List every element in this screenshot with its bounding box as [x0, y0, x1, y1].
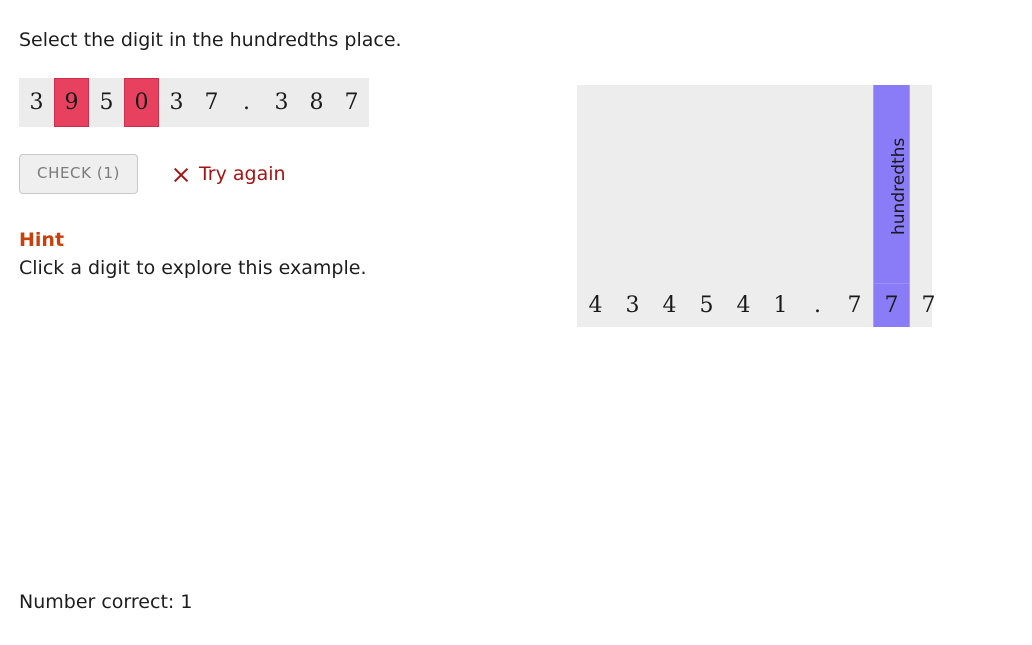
digit-cell[interactable]: 7: [194, 78, 229, 127]
place-digit: 4: [736, 292, 751, 318]
place-label: [910, 85, 947, 283]
place-label: [799, 85, 836, 283]
place-digit: 4: [662, 292, 677, 318]
place-column: 5: [688, 85, 725, 327]
hint-text: Click a digit to explore this example.: [19, 257, 367, 279]
digit-cell[interactable]: 7: [334, 78, 369, 127]
place-column-highlighted: hundredths 7: [873, 85, 910, 327]
digit-cell[interactable]: 3: [264, 78, 299, 127]
page-title: Select the digit in the hundredths place…: [19, 29, 402, 51]
feedback-label: Try again: [198, 163, 286, 185]
decimal-point: .: [814, 292, 821, 318]
place-digit: 7: [921, 292, 936, 318]
digit-cell[interactable]: 8: [299, 78, 334, 127]
place-digit: 4: [588, 292, 603, 318]
number-digit-strip[interactable]: 395037.387: [19, 78, 369, 127]
feedback-message: Try again: [172, 163, 286, 185]
place-digit: 3: [625, 292, 640, 318]
x-mark-icon: [172, 166, 190, 184]
place-column: 4: [651, 85, 688, 327]
hint-block: Hint Click a digit to explore this examp…: [19, 228, 367, 281]
place-digit: 5: [699, 292, 714, 318]
place-column: .: [799, 85, 836, 327]
digit-cell[interactable]: 3: [159, 78, 194, 127]
hint-title: Hint: [19, 229, 65, 251]
place-label: [651, 85, 688, 283]
digit-cell[interactable]: 0: [124, 78, 159, 127]
place-digit: 1: [773, 292, 788, 318]
check-button[interactable]: CHECK (1): [19, 154, 138, 194]
place-label: [836, 85, 873, 283]
place-label: [577, 85, 614, 283]
place-column: 1: [762, 85, 799, 327]
place-label: [762, 85, 799, 283]
digit-cell[interactable]: 9: [54, 78, 89, 127]
place-column: 7: [910, 85, 947, 327]
place-column: 7: [836, 85, 873, 327]
decimal-point: .: [243, 90, 250, 115]
place-column: 4: [725, 85, 762, 327]
place-label: [725, 85, 762, 283]
digit-cell[interactable]: 3: [19, 78, 54, 127]
place-digit: 7: [847, 292, 862, 318]
place-column: 4: [577, 85, 614, 327]
place-label: [614, 85, 651, 283]
score-counter: Number correct: 1: [19, 591, 193, 613]
controls-row: CHECK (1) Try again: [19, 154, 286, 194]
place-digit: 7: [874, 283, 909, 327]
place-value-panel: 4 3 4 5 4 1. 7 hundredths 7 7: [577, 85, 936, 327]
place-label: [688, 85, 725, 283]
place-label: hundredths: [889, 137, 909, 235]
place-column: 3: [614, 85, 651, 327]
digit-cell[interactable]: 5: [89, 78, 124, 127]
